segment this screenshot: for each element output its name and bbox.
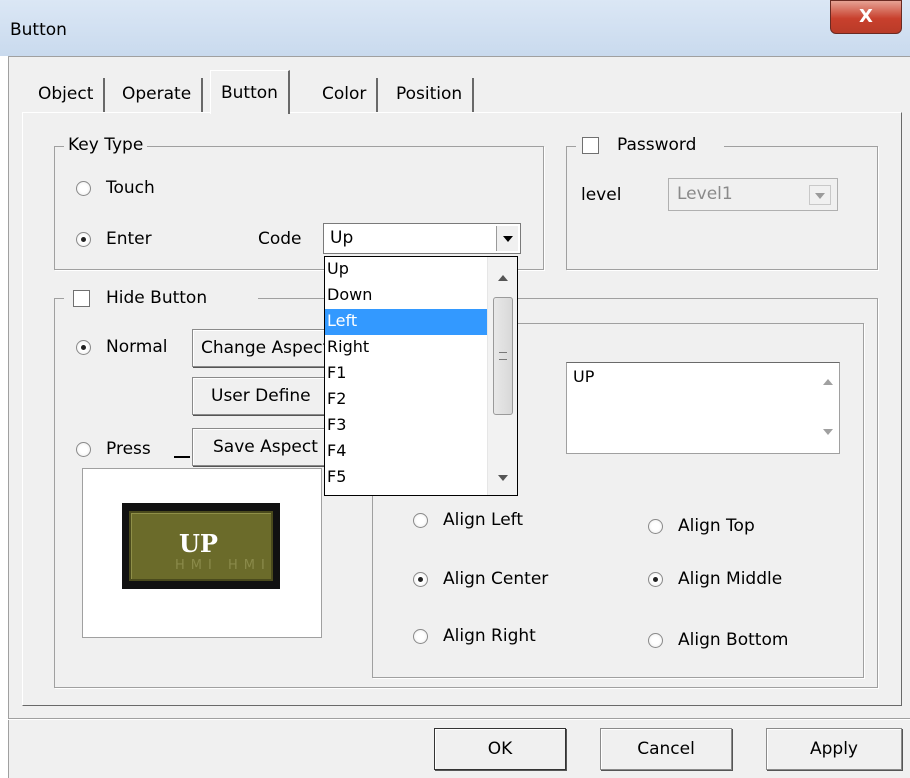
tab-object-label: Object [38, 84, 94, 104]
tab-position-label: Position [396, 84, 463, 104]
change-aspect-button[interactable]: Change Aspect [192, 329, 328, 367]
text-input[interactable]: UP [566, 362, 840, 454]
align-middle-radio[interactable] [648, 572, 663, 587]
hide-button-checkbox[interactable] [73, 290, 90, 307]
close-button[interactable]: X [830, 0, 902, 34]
user-define-button[interactable]: User Define [192, 377, 328, 415]
dropdown-scrollbar[interactable] [487, 257, 517, 495]
scroll-up-icon [823, 379, 833, 385]
level-combo-button[interactable] [809, 185, 831, 205]
scrollbar-thumb[interactable] [493, 297, 513, 415]
scroll-down-icon [823, 429, 833, 435]
footer-separator [8, 718, 910, 720]
ok-button[interactable]: OK [434, 728, 566, 770]
level-label: level [581, 185, 622, 205]
preview-button-frame: HMI HMI UP [122, 503, 280, 589]
tab-color-label: Color [322, 84, 367, 104]
window-title: Button [10, 20, 67, 40]
code-combo-value: Up [330, 228, 354, 248]
align-bottom-radio[interactable] [648, 633, 663, 648]
tab-button[interactable]: Button [210, 70, 290, 114]
tab-object[interactable]: Object [28, 78, 106, 112]
save-aspect-button[interactable]: Save Aspect [192, 428, 328, 466]
preview-watermark: HMI HMI [175, 558, 271, 573]
password-label: Password [617, 135, 697, 155]
align-right-radio[interactable] [413, 629, 428, 644]
text-input-scrollbar[interactable] [817, 363, 839, 453]
press-underline [174, 456, 190, 458]
press-radio[interactable] [76, 442, 91, 457]
tab-operate[interactable]: Operate [112, 78, 204, 112]
press-label: Press [106, 439, 151, 459]
key-type-legend: Key Type [64, 135, 148, 155]
tab-color[interactable]: Color [312, 78, 379, 112]
enter-radio[interactable] [76, 232, 91, 247]
enter-label: Enter [106, 229, 152, 249]
align-left-label: Align Left [443, 510, 524, 530]
tab-operate-label: Operate [122, 84, 192, 104]
code-combo[interactable]: Up [323, 223, 521, 254]
apply-button[interactable]: Apply [766, 728, 902, 770]
password-checkbox[interactable] [582, 137, 599, 154]
cancel-button[interactable]: Cancel [600, 728, 732, 770]
touch-radio[interactable] [76, 181, 91, 196]
code-dropdown-list[interactable]: Up Down Left Right F1 F2 F3 F4 F5 [324, 256, 518, 496]
hide-button-label: Hide Button [106, 288, 208, 308]
tab-button-label: Button [221, 83, 278, 103]
align-center-radio[interactable] [413, 572, 428, 587]
chevron-down-icon [503, 236, 513, 242]
align-left-radio[interactable] [413, 513, 428, 528]
scroll-down-icon [498, 475, 508, 481]
tab-position[interactable]: Position [386, 78, 475, 112]
align-center-label: Align Center [443, 569, 549, 589]
align-top-radio[interactable] [648, 519, 663, 534]
text-input-value: UP [573, 367, 595, 386]
close-icon: X [859, 6, 873, 27]
normal-radio[interactable] [76, 340, 91, 355]
level-combo-value: Level1 [677, 184, 733, 204]
align-middle-label: Align Middle [678, 569, 783, 589]
grip-icon [499, 352, 507, 360]
preview-button-face: HMI HMI UP [129, 511, 273, 581]
scroll-up-icon [498, 275, 508, 281]
level-combo[interactable]: Level1 [668, 178, 838, 211]
preview-button-text: UP [179, 529, 218, 558]
align-top-label: Align Top [678, 516, 755, 536]
dropdown-option-left[interactable]: Left [325, 309, 487, 335]
touch-label: Touch [106, 178, 155, 198]
code-combo-button[interactable] [496, 226, 518, 251]
code-label: Code [258, 229, 302, 249]
align-bottom-label: Align Bottom [678, 630, 789, 650]
align-right-label: Align Right [443, 626, 536, 646]
normal-label: Normal [106, 337, 168, 357]
chevron-down-icon [815, 193, 825, 199]
title-bar [0, 0, 910, 56]
